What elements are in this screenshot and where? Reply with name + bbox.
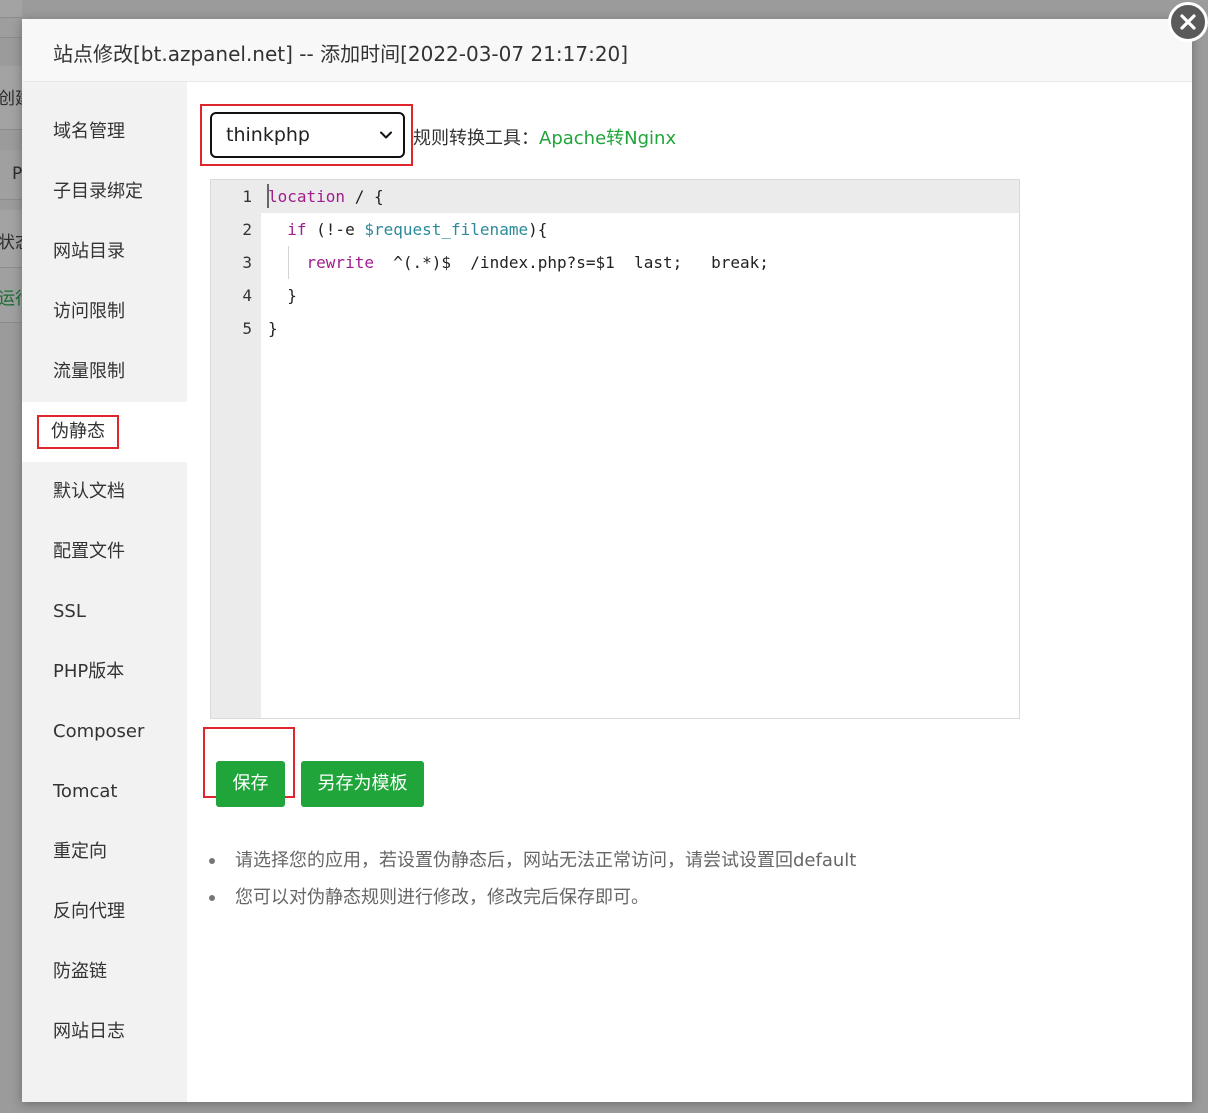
selected-rule-value: thinkphp	[226, 124, 310, 146]
sidebar-item-domain[interactable]: 域名管理	[22, 102, 187, 162]
code-keyword: if	[287, 220, 307, 239]
code-text: location / {	[268, 180, 384, 213]
code-keyword: rewrite	[306, 253, 374, 272]
dialog-title: 站点修改[bt.azpanel.net] -- 添加时间[2022-03-07 …	[53, 42, 629, 66]
line-number: 3	[242, 253, 252, 272]
code-token: ^(.*)$ /index.php?s=$1 last; break;	[373, 253, 769, 272]
background-bar	[0, 0, 22, 18]
text-cursor	[267, 184, 269, 208]
rewrite-code-editor[interactable]: 1 location / {2 if (!-e $request_filename…	[210, 179, 1020, 719]
sidebar-item-traffic-limit[interactable]: 流量限制	[22, 342, 187, 402]
code-line: 1 location / {	[211, 180, 1019, 213]
sidebar-item-config-file[interactable]: 配置文件	[22, 522, 187, 582]
line-number: 5	[242, 319, 252, 338]
code-token: }	[268, 319, 278, 338]
sidebar-item-default-doc[interactable]: 默认文档	[22, 462, 187, 522]
code-text: }	[268, 279, 297, 312]
sidebar-item-site-directory[interactable]: 网站目录	[22, 222, 187, 282]
sidebar-item-label: 伪静态	[37, 415, 119, 449]
close-dialog-button[interactable]	[1168, 2, 1208, 42]
code-token: / {	[345, 187, 384, 206]
help-tips: 请选择您的应用，若设置伪静态后，网站无法正常访问，请尝试设置回default 您…	[209, 847, 856, 921]
site-edit-dialog: 站点修改[bt.azpanel.net] -- 添加时间[2022-03-07 …	[22, 19, 1192, 1102]
rewrite-panel: thinkphp 规则转换工具：Apache转Nginx 1 location /…	[187, 82, 1192, 1102]
code-line: 5}	[211, 312, 1019, 345]
sidebar-item-reverse-proxy[interactable]: 反向代理	[22, 882, 187, 942]
tip-item: 您可以对伪静态规则进行修改，修改完后保存即可。	[209, 884, 856, 921]
sidebar-item-php-version[interactable]: PHP版本	[22, 642, 187, 702]
code-text: rewrite ^(.*)$ /index.php?s=$1 last; bre…	[268, 246, 769, 279]
code-text: if (!-e $request_filename){	[268, 213, 547, 246]
converter-label: 规则转换工具：	[413, 128, 539, 149]
sidebar-item-site-logs[interactable]: 网站日志	[22, 1002, 187, 1062]
chevron-down-icon	[380, 131, 392, 139]
code-token: ){	[528, 220, 548, 239]
converter-tool: 规则转换工具：Apache转Nginx	[413, 124, 676, 150]
sidebar-item-rewrite[interactable]: 伪静态	[22, 402, 187, 462]
rewrite-rule-select[interactable]: thinkphp	[210, 112, 405, 158]
sidebar-item-ssl[interactable]: SSL	[22, 582, 187, 642]
save-as-template-button[interactable]: 另存为模板	[301, 761, 424, 807]
line-number: 4	[242, 286, 252, 305]
sidebar-item-hotlink-protection[interactable]: 防盗链	[22, 942, 187, 1002]
sidebar-item-composer[interactable]: Composer	[22, 702, 187, 762]
line-number: 1	[242, 187, 252, 206]
dialog-header: 站点修改[bt.azpanel.net] -- 添加时间[2022-03-07 …	[22, 19, 1192, 82]
code-line: 3 rewrite ^(.*)$ /index.php?s=$1 last; b…	[211, 246, 1019, 279]
sidebar-item-access-limit[interactable]: 访问限制	[22, 282, 187, 342]
sidebar-item-subdirectory[interactable]: 子目录绑定	[22, 162, 187, 222]
background-text: P	[12, 164, 23, 184]
code-token: (!-e	[306, 220, 365, 239]
code-text: }	[268, 312, 278, 345]
code-line: 4 }	[211, 279, 1019, 312]
sidebar-item-redirect[interactable]: 重定向	[22, 822, 187, 882]
tip-item: 请选择您的应用，若设置伪静态后，网站无法正常访问，请尝试设置回default	[209, 847, 856, 884]
settings-sidebar: 域名管理 子目录绑定 网站目录 访问限制 流量限制 伪静态 默认文档 配置文件 …	[22, 82, 187, 1102]
apache-to-nginx-link[interactable]: Apache转Nginx	[539, 128, 676, 149]
code-token: }	[268, 286, 297, 305]
close-icon	[1180, 14, 1196, 30]
line-number: 2	[242, 220, 252, 239]
save-button[interactable]: 保存	[216, 761, 285, 807]
sidebar-item-tomcat[interactable]: Tomcat	[22, 762, 187, 822]
code-variable: $request_filename	[364, 220, 529, 239]
code-line: 2 if (!-e $request_filename){	[211, 213, 1019, 246]
background-bar	[0, 18, 22, 38]
code-keyword: location	[268, 187, 346, 206]
